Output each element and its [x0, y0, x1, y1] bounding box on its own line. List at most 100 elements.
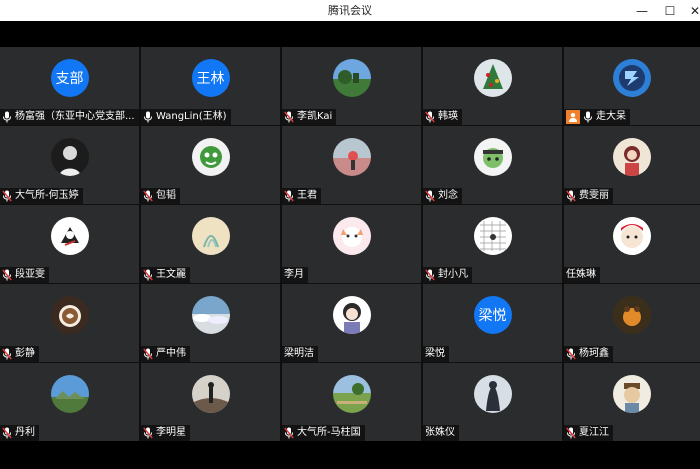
participant-name-bar: 梁明洁 — [282, 346, 318, 362]
participant-name-bar: 任姝琳 — [564, 267, 600, 283]
participant-name-bar: 走大呆 — [564, 109, 630, 125]
microphone-icon — [143, 111, 153, 123]
participant-name-bar: 杨珂鑫 — [564, 346, 613, 362]
microphone-muted-icon — [566, 427, 576, 439]
participant-tile[interactable]: 王文麗 — [141, 205, 280, 283]
participant-name: 李明星 — [156, 427, 186, 438]
microphone-muted-icon — [2, 269, 12, 281]
participant-name-bar: 包韬 — [141, 188, 180, 204]
microphone-muted-icon — [425, 190, 435, 202]
participant-name-bar: 丹利 — [0, 425, 39, 441]
avatar-image — [332, 296, 371, 334]
participant-tile[interactable]: 包韬 — [141, 126, 280, 204]
participant-name-bar: 李明星 — [141, 425, 190, 441]
microphone-muted-icon — [143, 269, 153, 281]
participant-tile[interactable]: 韩瑛 — [423, 47, 562, 125]
participant-tile[interactable]: 丹利 — [0, 363, 139, 441]
participant-tile[interactable]: 刘念 — [423, 126, 562, 204]
participant-name-bar: 大气所-马柱国 — [282, 425, 365, 441]
avatar-image — [613, 138, 651, 176]
microphone-icon — [2, 111, 12, 123]
top-toolbar-area — [0, 21, 700, 47]
participant-tile[interactable]: 段亚雯 — [0, 205, 139, 283]
avatar-image — [613, 59, 651, 97]
participant-name-bar: 杨富强（东亚中心党支部... — [0, 109, 139, 125]
participant-name: 杨珂鑫 — [579, 348, 609, 359]
microphone-muted-icon — [143, 348, 153, 360]
participant-name-bar: 王文麗 — [141, 267, 190, 283]
participant-tile[interactable]: 梁悦 梁悦 — [423, 284, 562, 362]
participant-tile[interactable]: 夏江江 — [564, 363, 700, 441]
avatar-image — [50, 375, 89, 413]
participant-tile[interactable]: 梁明洁 — [282, 284, 421, 362]
participant-name: 梁明洁 — [284, 348, 314, 359]
participant-name-bar: 严中伟 — [141, 346, 190, 362]
participant-name: 韩瑛 — [438, 111, 458, 122]
avatar-image — [50, 138, 89, 176]
microphone-muted-icon — [2, 348, 12, 360]
avatar-image — [191, 375, 230, 413]
participant-name: 梁悦 — [425, 348, 445, 359]
participant-tile[interactable]: 李明星 — [141, 363, 280, 441]
participant-tile[interactable]: 张姝仪 — [423, 363, 562, 441]
participant-name: 张姝仪 — [425, 427, 455, 438]
avatar-image — [473, 375, 512, 413]
participant-name: 大气所-马柱国 — [297, 427, 361, 438]
avatar-image — [191, 296, 230, 334]
participant-name: 李月 — [284, 269, 304, 280]
avatar-image — [191, 217, 230, 255]
participant-tile[interactable]: 费雯丽 — [564, 126, 700, 204]
participant-name-bar: WangLin(王林) — [141, 109, 231, 125]
participant-name-bar: 彭静 — [0, 346, 39, 362]
participant-name: 王文麗 — [156, 269, 186, 280]
participant-tile[interactable]: 走大呆 — [564, 47, 700, 125]
microphone-muted-icon — [425, 111, 435, 123]
participant-tile[interactable]: 严中伟 — [141, 284, 280, 362]
host-icon — [566, 110, 580, 124]
participant-tile[interactable]: 任姝琳 — [564, 205, 700, 283]
microphone-muted-icon — [2, 427, 12, 439]
microphone-muted-icon — [566, 348, 576, 360]
participant-name: 大气所-何玉婷 — [15, 190, 79, 201]
participant-tile[interactable]: 李凯Kai — [282, 47, 421, 125]
avatar-image — [473, 59, 512, 97]
microphone-muted-icon — [566, 190, 576, 202]
close-button[interactable]: ✕ — [680, 0, 700, 21]
window-title: 腾讯会议 — [328, 4, 372, 17]
microphone-muted-icon — [284, 111, 294, 123]
avatar-image — [50, 217, 89, 255]
participant-name: 刘念 — [438, 190, 458, 201]
avatar: 王林 — [191, 59, 230, 97]
participant-name: 夏江江 — [579, 427, 609, 438]
avatar-image — [613, 296, 651, 334]
participant-name-bar: 梁悦 — [423, 346, 449, 362]
participant-tile[interactable]: 王君 — [282, 126, 421, 204]
participant-tile[interactable]: 王林 WangLin(王林) — [141, 47, 280, 125]
participant-tile[interactable]: 彭静 — [0, 284, 139, 362]
avatar-image — [473, 138, 512, 176]
participant-tile[interactable]: 封小凡 — [423, 205, 562, 283]
participant-tile[interactable]: 支部 杨富强（东亚中心党支部... — [0, 47, 139, 125]
avatar-image — [613, 217, 651, 255]
participant-name: 彭静 — [15, 348, 35, 359]
participant-name: 段亚雯 — [15, 269, 45, 280]
avatar-image — [332, 59, 371, 97]
avatar-image — [332, 138, 371, 176]
minimize-button[interactable]: — — [627, 0, 657, 21]
participant-name-bar: 封小凡 — [423, 267, 472, 283]
participant-grid: 支部 杨富强（东亚中心党支部... 王林 WangLin(王林) 李凯Kai 韩瑛 走大呆大… — [0, 47, 700, 441]
microphone-muted-icon — [284, 190, 294, 202]
participant-tile[interactable]: 大气所-马柱国 — [282, 363, 421, 441]
participant-tile[interactable]: 大气所-何玉婷 — [0, 126, 139, 204]
participant-name: 封小凡 — [438, 269, 468, 280]
participant-name-bar: 张姝仪 — [423, 425, 459, 441]
participant-name: 走大呆 — [596, 111, 626, 122]
participant-name: 丹利 — [15, 427, 35, 438]
bottom-toolbar-area — [0, 441, 700, 469]
participant-name: 费雯丽 — [579, 190, 609, 201]
avatar: 梁悦 — [473, 296, 512, 334]
participant-name: WangLin(王林) — [156, 111, 227, 122]
participant-tile[interactable]: 李月 — [282, 205, 421, 283]
participant-tile[interactable]: 杨珂鑫 — [564, 284, 700, 362]
microphone-muted-icon — [2, 190, 12, 202]
